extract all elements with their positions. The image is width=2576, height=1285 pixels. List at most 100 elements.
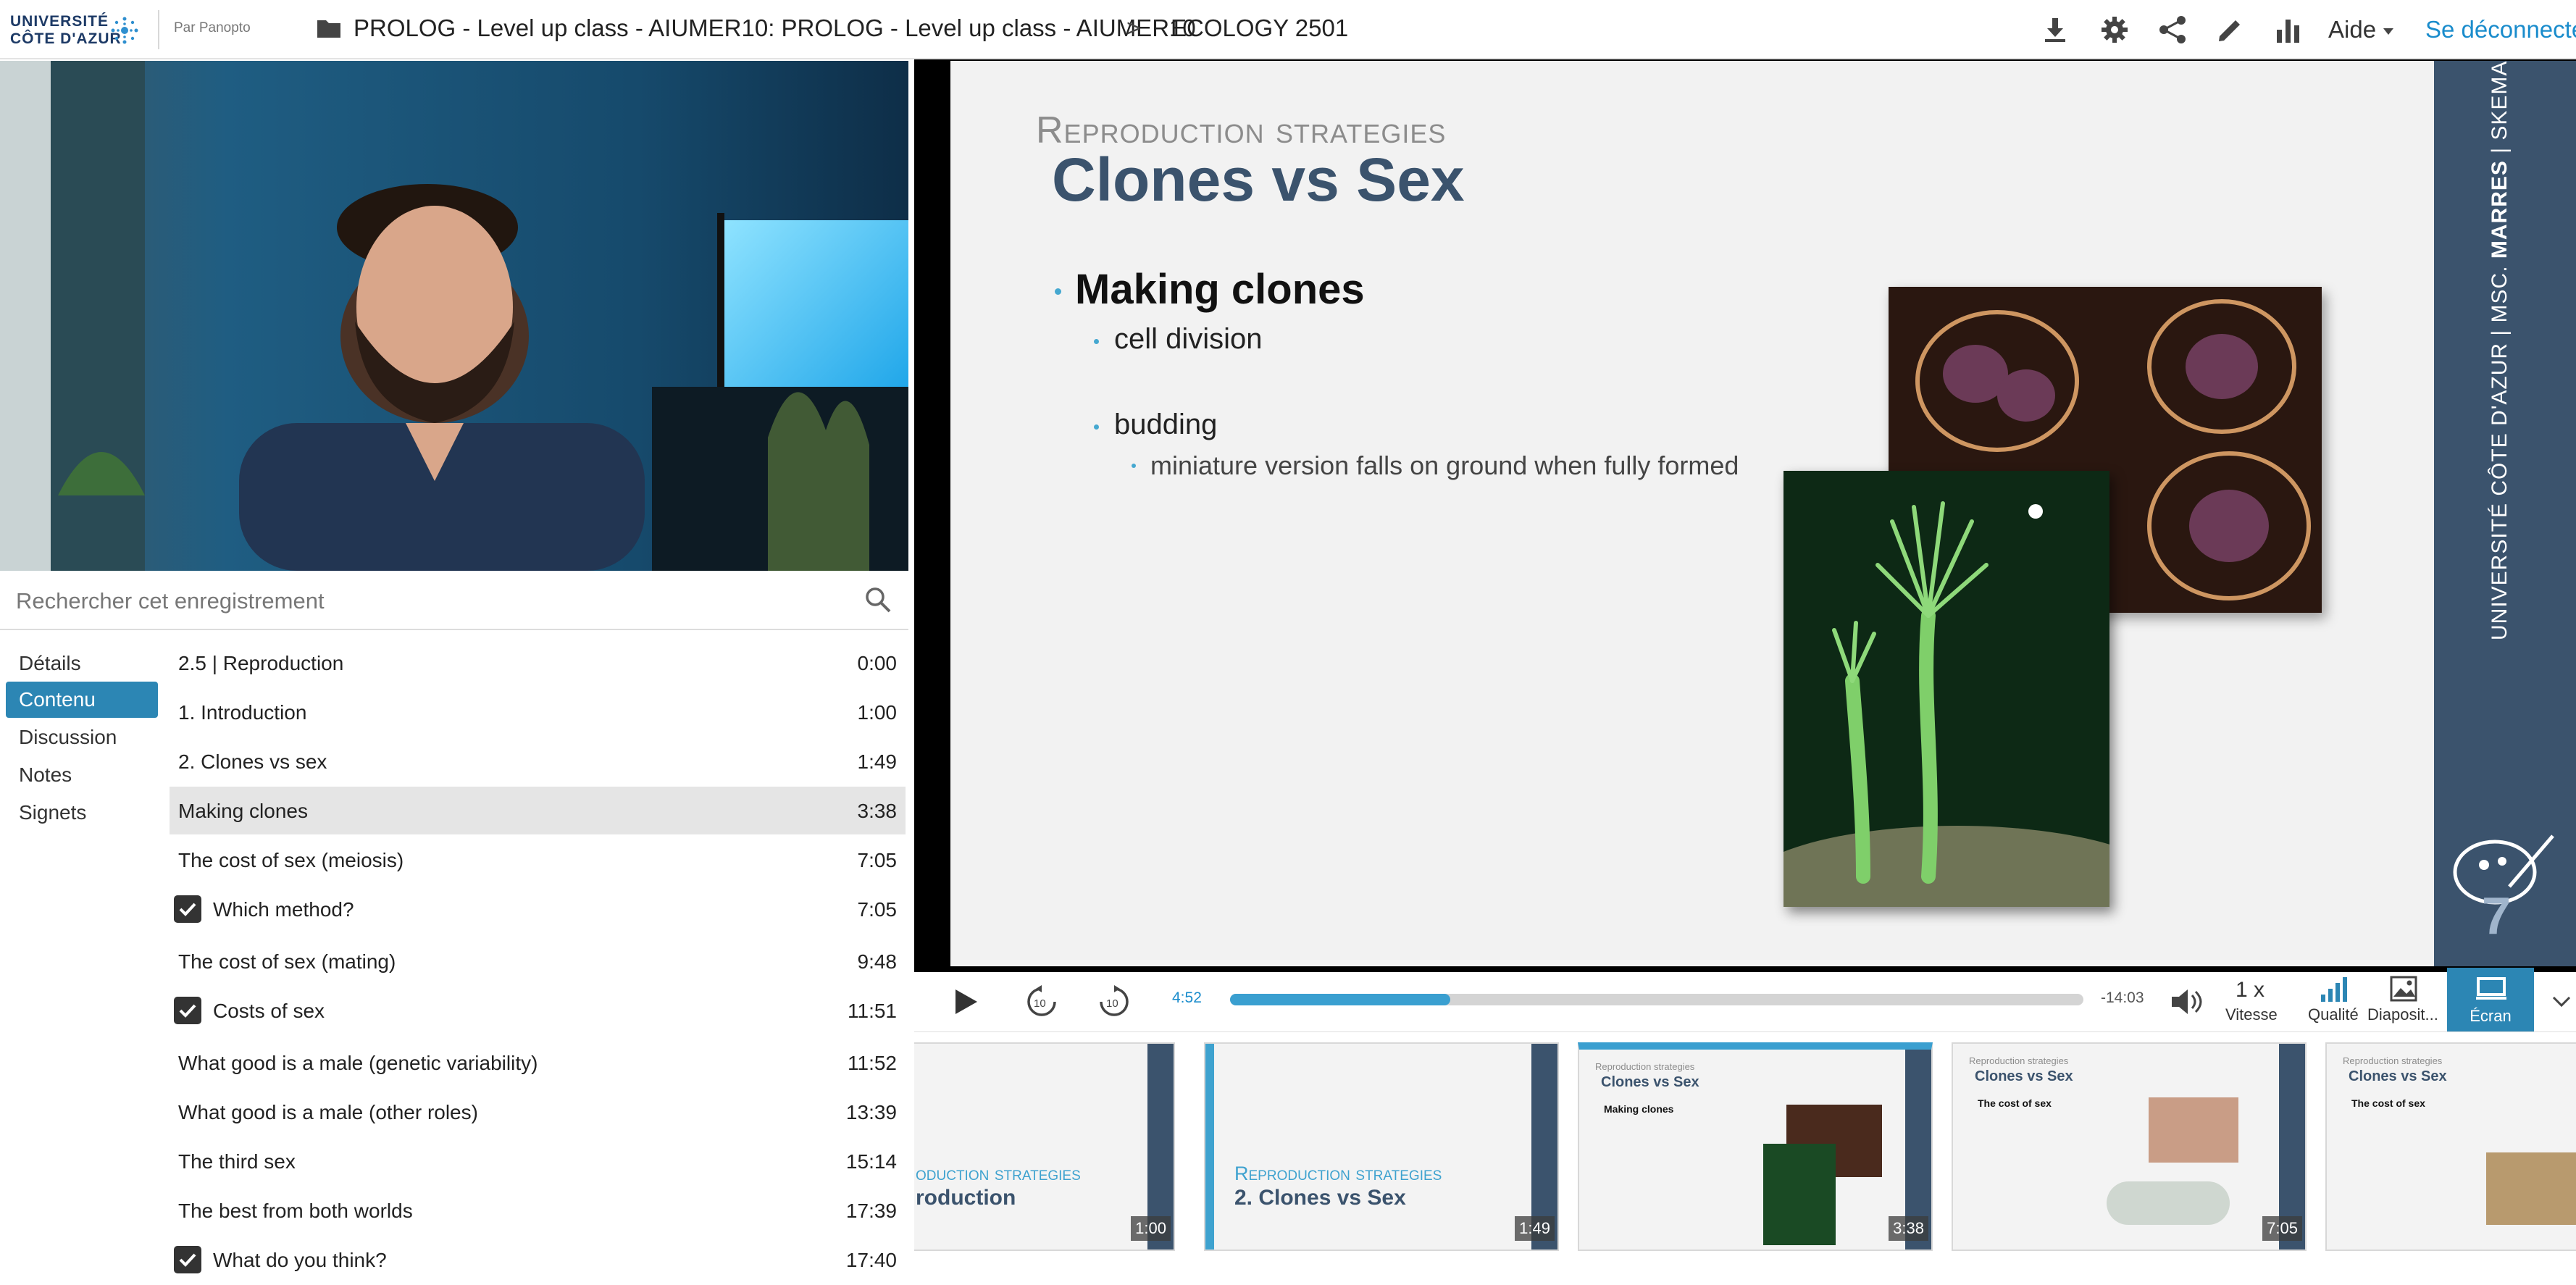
list-item-time: 0:00	[857, 652, 898, 674]
thumbnail-accent-bar	[1205, 1044, 1214, 1250]
presenter-video[interactable]	[0, 61, 908, 571]
chevron-down-icon[interactable]	[2383, 26, 2393, 39]
elapsed-time: 4:52	[1172, 989, 1202, 1006]
thumbnail-strip: oduction strategies roduction 1:00 Repro…	[914, 1031, 2576, 1285]
list-item-title: 1. Introduction	[178, 701, 307, 724]
gear-icon[interactable]	[2098, 13, 2131, 46]
list-item-time: 9:48	[857, 950, 898, 973]
thumbnail-time: 3:38	[1889, 1216, 1928, 1241]
slide-thumbnail[interactable]: oduction strategies roduction 1:00	[914, 1042, 1175, 1251]
thumbnail-bullet: The cost of sex	[2351, 1097, 2425, 1109]
forward-10-icon[interactable]: 10	[1092, 972, 1136, 1031]
slide-thumbnail[interactable]: Reproduction strategies 2. Clones vs Sex…	[1204, 1042, 1559, 1251]
slide-thumbnail[interactable]: Reproduction strategies Clones vs Sex Th…	[2325, 1042, 2576, 1251]
thumbnail-image	[1763, 1144, 1836, 1245]
list-item[interactable]: What good is a male (other roles) 13:39	[170, 1088, 906, 1136]
slide-thumbnail-active[interactable]: Reproduction strategies Clones vs Sex Ma…	[1578, 1042, 1933, 1251]
bullet-dot-icon	[1094, 339, 1099, 344]
list-item-title: Making clones	[178, 800, 308, 822]
breadcrumb-folder[interactable]: PROLOG - Level up class - AIUMER10: PROL…	[354, 14, 1196, 42]
pencil-icon[interactable]	[2214, 13, 2247, 46]
slides-icon[interactable]	[2382, 972, 2425, 1005]
help-menu[interactable]: Aide	[2328, 16, 2376, 43]
list-item-selected[interactable]: Making clones 3:38	[170, 787, 906, 834]
logo-line-2: CÔTE D'AZUR	[10, 30, 122, 47]
search-input[interactable]	[16, 585, 827, 617]
list-item-time: 7:05	[857, 849, 898, 871]
tab-notes[interactable]: Notes	[6, 757, 158, 793]
quality-label[interactable]: Qualité	[2308, 1005, 2359, 1024]
slides-label[interactable]: Diaposit...	[2367, 1005, 2438, 1024]
volume-icon[interactable]	[2165, 972, 2208, 1031]
list-item[interactable]: The third sex 15:14	[170, 1137, 906, 1185]
thumbnail-bullet: Making clones	[1604, 1103, 1674, 1115]
logo-emblem-icon	[111, 17, 138, 44]
list-item[interactable]: 1. Introduction 1:00	[170, 688, 906, 736]
tab-bookmarks[interactable]: Signets	[6, 795, 158, 831]
speed-value[interactable]: 1 x	[2236, 978, 2265, 1003]
screen-button[interactable]: Écran	[2447, 968, 2534, 1031]
rewind-10-icon[interactable]: 10	[1020, 972, 1063, 1031]
list-item-title: Costs of sex	[213, 1000, 325, 1022]
list-item-time: 7:05	[857, 898, 898, 921]
university-logo[interactable]: UNIVERSITÉ CÔTE D'AZUR	[10, 10, 148, 51]
bullet-dot-icon	[1132, 464, 1136, 468]
thumbnail-kicker: Reproduction strategies	[2343, 1055, 2443, 1066]
list-item-time: 1:00	[857, 701, 898, 724]
slide-thumbnail[interactable]: Reproduction strategies Clones vs Sex Th…	[1952, 1042, 2307, 1251]
list-item[interactable]: The best from both worlds 17:39	[170, 1186, 906, 1234]
tab-details[interactable]: Détails	[6, 645, 158, 682]
share-icon[interactable]	[2156, 13, 2189, 46]
list-item[interactable]: The cost of sex (meiosis) 7:05	[170, 836, 906, 884]
list-item-title: What good is a male (other roles)	[178, 1101, 478, 1123]
monitor-icon	[2476, 976, 2506, 1005]
list-item-title: The cost of sex (mating)	[178, 950, 396, 973]
download-icon[interactable]	[2038, 13, 2072, 46]
list-item[interactable]: What do you think? 17:40	[170, 1236, 906, 1284]
thumbnail-heading: Clones vs Sex	[1601, 1074, 1699, 1090]
quiz-checkbox-icon	[174, 1246, 201, 1273]
thumbnail-image	[2486, 1152, 2576, 1225]
provider-label: Par Panopto	[174, 20, 251, 35]
breadcrumb-current: ECOLOGY 2501	[1171, 14, 1349, 41]
list-item-title: The third sex	[178, 1150, 296, 1173]
list-item-time: 15:14	[845, 1150, 897, 1173]
play-icon[interactable]	[945, 972, 988, 1031]
list-item[interactable]: What good is a male (genetic variability…	[170, 1039, 906, 1087]
list-item-title: The cost of sex (meiosis)	[178, 849, 404, 871]
remaining-time: -14:03	[2101, 989, 2144, 1006]
logo-divider	[158, 10, 159, 49]
thumbnail-kicker: Reproduction strategies	[1234, 1163, 1442, 1184]
thumbnail-kicker: Reproduction strategies	[1595, 1061, 1695, 1072]
logout-link[interactable]: Se déconnecte	[2425, 16, 2576, 43]
slide-bullet-main: Making clones	[1075, 266, 1365, 313]
thumbnail-time: 7:05	[2262, 1216, 2302, 1241]
svg-text:10: 10	[1106, 997, 1118, 1010]
slide-bullet-detail: miniature version falls on ground when f…	[1150, 451, 1739, 480]
list-item-title: 2.5 | Reproduction	[178, 652, 344, 674]
quality-icon[interactable]	[2312, 972, 2356, 1005]
search-icon[interactable]	[863, 585, 892, 618]
logo-line-1: UNIVERSITÉ	[10, 13, 109, 30]
slide-side-text: UNIVERSITÉ CÔTE D'AZUR | MSC. MARRES | S…	[2488, 61, 2512, 640]
list-item[interactable]: The cost of sex (mating) 9:48	[170, 937, 906, 985]
list-item-time: 13:39	[845, 1101, 897, 1123]
slide-side-text-post: | SKEMA	[2488, 61, 2512, 161]
slide-brand-bar: UNIVERSITÉ CÔTE D'AZUR | MSC. MARRES | S…	[2434, 61, 2576, 966]
list-item[interactable]: Costs of sex 11:51	[170, 987, 906, 1034]
slide-page-number: 7	[2482, 887, 2512, 945]
thumbnail-heading: 2. Clones vs Sex	[1234, 1186, 1406, 1210]
list-item[interactable]: 2.5 | Reproduction 0:00	[170, 639, 906, 687]
slide-side-text-pre: UNIVERSITÉ CÔTE D'AZUR | MSC.	[2488, 259, 2512, 640]
chevron-down-icon[interactable]	[2548, 972, 2575, 1031]
thumbnail-bullet: The cost of sex	[1978, 1097, 2052, 1109]
progress-bar[interactable]	[1230, 994, 2083, 1005]
speed-label[interactable]: Vitesse	[2225, 1005, 2278, 1024]
stats-icon[interactable]	[2272, 13, 2305, 46]
tab-contents[interactable]: Contenu	[6, 682, 158, 718]
list-item[interactable]: 2. Clones vs sex 1:49	[170, 737, 906, 785]
list-item[interactable]: Which method? 7:05	[170, 885, 906, 933]
tab-discussion[interactable]: Discussion	[6, 719, 158, 755]
list-item-title: What do you think?	[213, 1249, 387, 1271]
slide-view[interactable]: Reproduction strategies Clones vs Sex Ma…	[950, 61, 2434, 966]
